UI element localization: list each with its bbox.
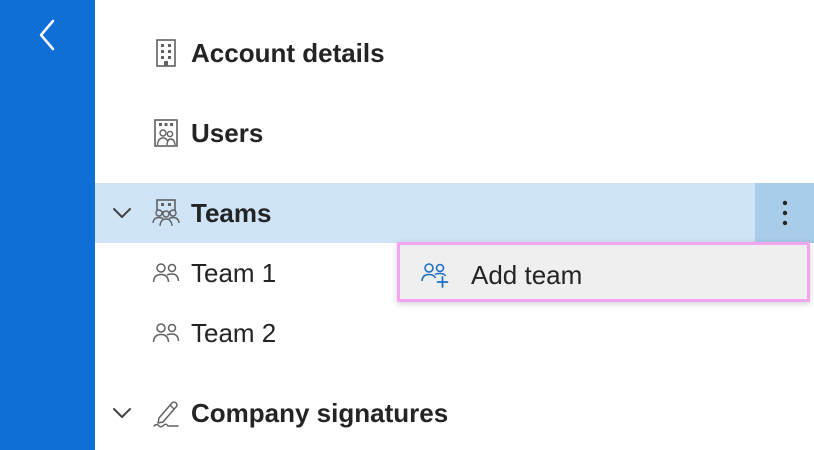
people-add-icon — [421, 263, 449, 288]
nav-item-label: Teams — [191, 198, 272, 228]
building-icon — [156, 39, 176, 67]
teams-directory-icon — [152, 199, 180, 227]
nav-item-label: Company signatures — [191, 398, 449, 428]
users-directory-icon — [154, 119, 178, 147]
signature-icon — [153, 401, 179, 428]
nav-item-users[interactable]: Users — [95, 103, 814, 163]
nav-item-teams[interactable]: Teams — [95, 183, 814, 243]
more-vertical-icon — [782, 200, 787, 226]
nav-item-label: Team 1 — [191, 258, 277, 288]
people-icon — [152, 323, 180, 343]
back-button[interactable] — [28, 12, 68, 58]
chevron-down-icon — [113, 208, 131, 218]
nav-item-label: Team 2 — [191, 318, 277, 348]
chevron-left-icon — [39, 19, 55, 51]
more-options-button[interactable] — [755, 183, 814, 243]
nav-item-label: Account details — [191, 38, 385, 68]
nav-item-company-signatures[interactable]: Company signatures — [95, 383, 814, 443]
nav-item-account-details[interactable]: Account details — [95, 23, 814, 83]
people-icon — [152, 263, 180, 283]
menu-item-label: Add team — [471, 260, 583, 290]
nav-item-team-1[interactable]: Team 1 — [95, 243, 395, 303]
expand-toggle-teams[interactable] — [111, 204, 133, 222]
nav-item-team-2[interactable]: Team 2 — [95, 303, 814, 363]
menu-item-add-team[interactable]: Add team — [400, 245, 807, 299]
context-menu: Add team — [397, 242, 810, 302]
nav-item-label: Users — [191, 118, 264, 148]
expand-toggle-company-signatures[interactable] — [111, 404, 133, 422]
nav-rail — [0, 0, 95, 450]
chevron-down-icon — [113, 408, 131, 418]
